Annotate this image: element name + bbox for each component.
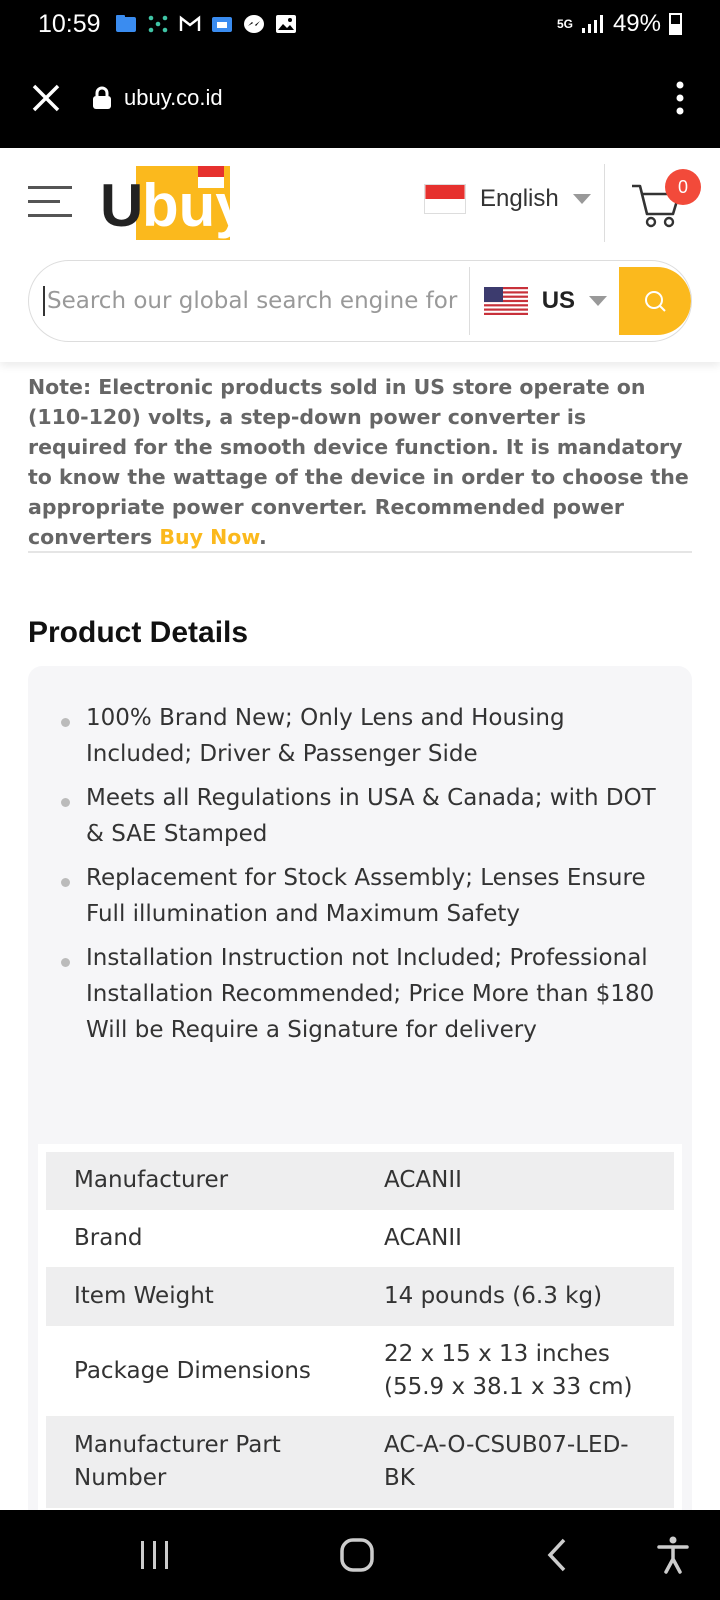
lock-icon [93,86,111,109]
search-input[interactable] [43,286,463,316]
accessibility-icon [657,1536,689,1574]
home-icon [340,1538,374,1572]
cart-count-badge: 0 [665,169,701,205]
gallery-icon [275,15,296,33]
files-icon [115,15,136,32]
messenger-icon [243,15,264,33]
recent-apps-icon [141,1541,168,1569]
language-selector[interactable]: English [424,184,591,214]
spec-value: ACANII [356,1209,674,1268]
feature-list: 100% Brand New; Only Lens and Housing In… [58,700,658,1056]
folder-icon [211,17,232,32]
spec-table: Manufacturer ACANII Brand ACANII Item We… [46,1152,674,1508]
search-icon [645,291,666,312]
product-details-title: Product Details [28,616,249,649]
spec-key: Item Weight [46,1267,356,1326]
browser-toolbar: ubuy.co.id [0,48,720,148]
network-type: 5G [556,17,573,31]
chevron-down-icon [572,194,591,204]
back-button[interactable] [522,1510,592,1600]
system-nav-bar [0,1510,720,1600]
notification-icons [115,14,297,34]
back-icon [547,1538,566,1572]
menu-icon[interactable] [28,186,72,220]
indonesia-flag-icon [424,184,466,214]
site-header: U buy English US [0,150,720,362]
status-right: 5G 49% [557,10,682,38]
spec-key: Manufacturer Part Number [46,1416,356,1508]
table-row: Manufacturer Part Number AC-A-O-CSUB07-L… [46,1416,674,1508]
voltage-note: Note: Electronic products sold in US sto… [28,372,692,552]
language-label: English [480,185,559,212]
spec-value: 22 x 15 x 13 inches (55.9 x 38.1 x 33 cm… [356,1325,674,1417]
search-button[interactable] [619,267,691,335]
status-time: 10:59 [38,9,101,38]
spec-key: Package Dimensions [46,1325,356,1417]
spec-value: 14 pounds (6.3 kg) [356,1267,674,1326]
browser-menu-button[interactable] [640,48,720,148]
network-dots-icon [148,15,167,33]
us-flag-icon [483,287,528,315]
search-bar: US [28,260,692,342]
close-icon [32,84,60,112]
list-item: Meets all Regulations in USA & Canada; w… [58,780,658,852]
gmail-icon [179,15,200,31]
store-selector[interactable]: US [468,267,608,335]
battery-percent: 49% [612,10,661,37]
spec-key: Manufacturer [46,1152,356,1210]
table-row: Brand ACANII [46,1209,674,1268]
url-text: ubuy.co.id [124,85,223,110]
status-bar: 10:59 5G 49% [0,0,720,48]
svg-text:U: U [100,172,143,239]
accessibility-button[interactable] [638,1510,708,1600]
list-item: 100% Brand New; Only Lens and Housing In… [58,700,658,772]
store-label: US [541,287,576,314]
note-end: . [258,525,267,549]
address-bar[interactable]: ubuy.co.id [92,85,223,111]
table-row: Manufacturer ACANII [46,1152,674,1210]
spec-value: ACANII [356,1152,674,1210]
buy-now-link[interactable]: Buy Now [159,525,259,549]
home-button[interactable] [322,1510,392,1600]
table-row: Package Dimensions 22 x 15 x 13 inches (… [46,1325,674,1417]
list-item: Replacement for Stock Assembly; Lenses E… [58,860,658,932]
ubuy-logo[interactable]: U buy [100,164,232,246]
battery-icon [669,13,682,35]
table-row: Item Weight 14 pounds (6.3 kg) [46,1267,674,1326]
chevron-down-icon [589,296,608,306]
close-tab-button[interactable] [0,48,92,148]
divider [28,551,692,553]
spec-value: AC-A-O-CSUB07-LED-BK [356,1416,674,1508]
header-divider [604,164,605,242]
more-vert-icon [676,81,684,115]
recent-apps-button[interactable] [120,1510,190,1600]
signal-icon [581,15,603,33]
spec-key: Brand [46,1209,356,1268]
note-text: Note: Electronic products sold in US sto… [28,375,689,549]
list-item: Installation Instruction not Included; P… [58,940,658,1048]
